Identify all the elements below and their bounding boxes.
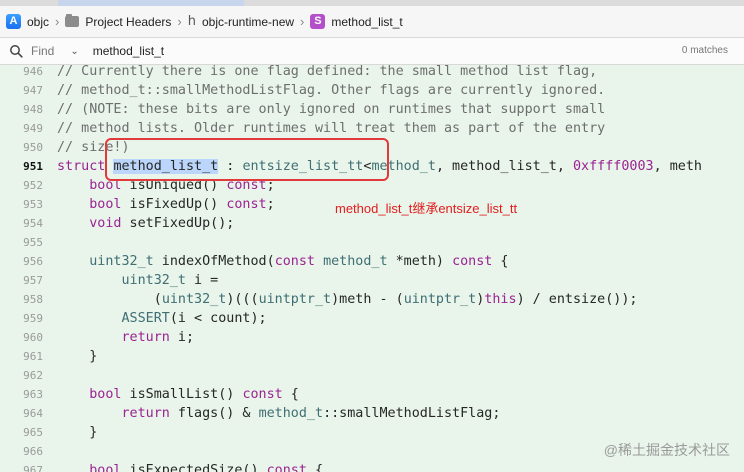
line-number[interactable]: 955 [0, 233, 43, 252]
code-text[interactable]: bool isFixedUp() const; [57, 195, 274, 214]
code-line[interactable]: 964 return flags() & method_t::smallMeth… [0, 404, 744, 423]
code-text[interactable]: (uint32_t)(((uintptr_t)meth - (uintptr_t… [57, 290, 638, 309]
code-text[interactable]: return i; [57, 328, 195, 347]
line-number[interactable]: 966 [0, 442, 43, 461]
line-number[interactable]: 957 [0, 271, 43, 290]
line-number[interactable]: 959 [0, 309, 43, 328]
line-number[interactable]: 951 [0, 157, 43, 176]
code-line[interactable]: 947 // method_t::smallMethodListFlag. Oth… [0, 81, 744, 100]
code-line[interactable]: 948 // (NOTE: these bits are only ignored… [0, 100, 744, 119]
chevron-right-icon: › [55, 14, 60, 29]
breadcrumb-label: Project Headers [85, 14, 172, 29]
code-editor[interactable]: 946 // Currently there is one flag define… [0, 65, 744, 472]
code-text[interactable]: uint32_t indexOfMethod(const method_t *m… [57, 252, 508, 271]
line-number[interactable]: 952 [0, 176, 43, 195]
line-number[interactable]: 958 [0, 290, 43, 309]
folder-icon [65, 14, 80, 27]
line-number[interactable]: 956 [0, 252, 43, 271]
code-text[interactable]: ASSERT(i < count); [57, 309, 267, 328]
code-text[interactable]: bool isSmallList() const { [57, 385, 299, 404]
breadcrumb-symbol[interactable]: S method_list_t [310, 11, 403, 33]
code-text[interactable]: return flags() & method_t::smallMethodLi… [57, 404, 501, 423]
chevron-down-icon[interactable]: ⌄ [70, 46, 78, 57]
code-text[interactable]: uint32_t i = [57, 271, 219, 290]
line-number[interactable]: 946 [0, 65, 43, 81]
line-number[interactable]: 965 [0, 423, 43, 442]
code-line[interactable]: 957 uint32_t i = [0, 271, 744, 290]
code-line[interactable]: 946 // Currently there is one flag define… [0, 65, 744, 81]
breadcrumb-label: objc-runtime-new [202, 14, 295, 29]
annotation-text: method_list_t继承entsize_list_tt [335, 201, 518, 216]
line-number[interactable]: 953 [0, 195, 43, 214]
breadcrumb-label: method_list_t [331, 14, 403, 29]
code-text[interactable]: // method lists. Older runtimes will tre… [57, 119, 605, 138]
code-text[interactable]: // method_t::smallMethodListFlag. Other … [57, 81, 605, 100]
line-number[interactable]: 963 [0, 385, 43, 404]
code-line[interactable]: 958 (uint32_t)(((uintptr_t)meth - (uintp… [0, 290, 744, 309]
find-bar: Find ⌄ 0 matches [0, 38, 744, 65]
code-line[interactable]: 963 bool isSmallList() const { [0, 385, 744, 404]
header-file-icon: h [187, 14, 196, 29]
struct-symbol-icon: S [310, 14, 326, 29]
line-number[interactable]: 960 [0, 328, 43, 347]
chevron-right-icon: › [300, 14, 305, 29]
find-match-count: 0 matches [681, 45, 728, 56]
breadcrumb-project-headers[interactable]: Project Headers [65, 11, 171, 33]
breadcrumb-objc[interactable]: A objc [6, 11, 49, 33]
line-number[interactable]: 967 [0, 461, 43, 472]
watermark: @稀土掘金技术社区 [603, 442, 730, 458]
code-line[interactable]: 956 uint32_t indexOfMethod(const method_… [0, 252, 744, 271]
code-text[interactable]: bool isExpectedSize() const { [57, 461, 323, 472]
code-line[interactable]: 967 bool isExpectedSize() const { [0, 461, 744, 472]
app-icon: A [6, 14, 21, 29]
breadcrumb-label: objc [27, 14, 50, 29]
code-text[interactable]: // (NOTE: these bits are only ignored on… [57, 100, 605, 119]
find-mode-selector[interactable]: Find [31, 44, 54, 58]
line-number[interactable]: 950 [0, 138, 43, 157]
line-number[interactable]: 949 [0, 119, 43, 138]
code-line[interactable]: 960 return i; [0, 328, 744, 347]
jump-bar: A objc › Project Headers › h objc-runtim… [0, 6, 744, 38]
code-line[interactable]: 955 [0, 233, 744, 252]
chevron-right-icon: › [177, 14, 182, 29]
code-line[interactable]: 961 } [0, 347, 744, 366]
find-query-input[interactable] [92, 44, 513, 58]
annotation-highlight-box [105, 138, 389, 181]
search-icon[interactable] [9, 44, 23, 58]
line-number[interactable]: 961 [0, 347, 43, 366]
code-text[interactable]: void setFixedUp(); [57, 214, 234, 233]
code-line[interactable]: 959 ASSERT(i < count); [0, 309, 744, 328]
code-line[interactable]: 962 [0, 366, 744, 385]
code-line[interactable]: 949 // method lists. Older runtimes will … [0, 119, 744, 138]
line-number[interactable]: 964 [0, 404, 43, 423]
code-text[interactable]: } [57, 347, 97, 366]
code-text[interactable]: } [57, 423, 97, 442]
line-number[interactable]: 954 [0, 214, 43, 233]
line-number[interactable]: 948 [0, 100, 43, 119]
line-number[interactable]: 962 [0, 366, 43, 385]
code-text[interactable]: // Currently there is one flag defined: … [57, 65, 597, 81]
line-number[interactable]: 947 [0, 81, 43, 100]
breadcrumb-header-file[interactable]: h objc-runtime-new [188, 11, 294, 33]
